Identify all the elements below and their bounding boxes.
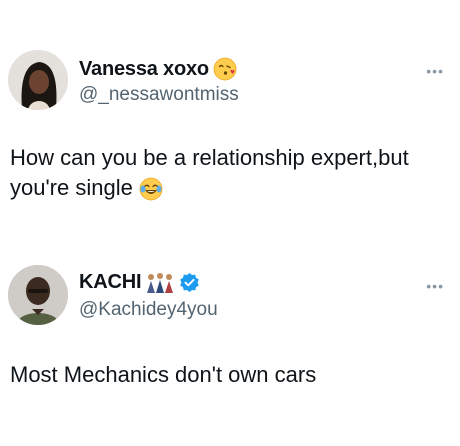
tweet-text-content: Most Mechanics don't own cars [10, 362, 317, 387]
tweet-text: How can you be a relationship expert,but… [10, 143, 450, 203]
face-blowing-kiss-emoji [213, 57, 237, 81]
tweet-card[interactable]: Vanessa xoxo @_nessawontmiss ••• How can… [0, 0, 460, 215]
tweet-card[interactable]: KACHI @Kachidey4you ••• Most Mechanics d… [0, 252, 460, 446]
avatar-image [8, 265, 68, 325]
tweet-text-content: How can you be a relationship expert,but… [10, 145, 409, 200]
handle[interactable]: @Kachidey4you [79, 299, 218, 321]
display-name[interactable]: Vanessa xoxo [79, 58, 209, 81]
display-name[interactable]: KACHI [79, 271, 142, 294]
more-options-icon[interactable]: ••• [426, 64, 444, 78]
handle[interactable]: @_nessawontmiss [79, 84, 239, 106]
face-with-tears-of-joy-emoji [139, 177, 163, 201]
avatar[interactable] [8, 265, 68, 325]
tweet-text: Most Mechanics don't own cars [10, 360, 450, 390]
people-figures-emoji [145, 272, 175, 294]
verified-badge-icon[interactable] [179, 272, 200, 293]
display-name-row: Vanessa xoxo [79, 57, 237, 81]
display-name-row: KACHI [79, 271, 200, 294]
more-options-icon[interactable]: ••• [426, 279, 444, 293]
avatar-image [8, 50, 68, 110]
avatar[interactable] [8, 50, 68, 110]
